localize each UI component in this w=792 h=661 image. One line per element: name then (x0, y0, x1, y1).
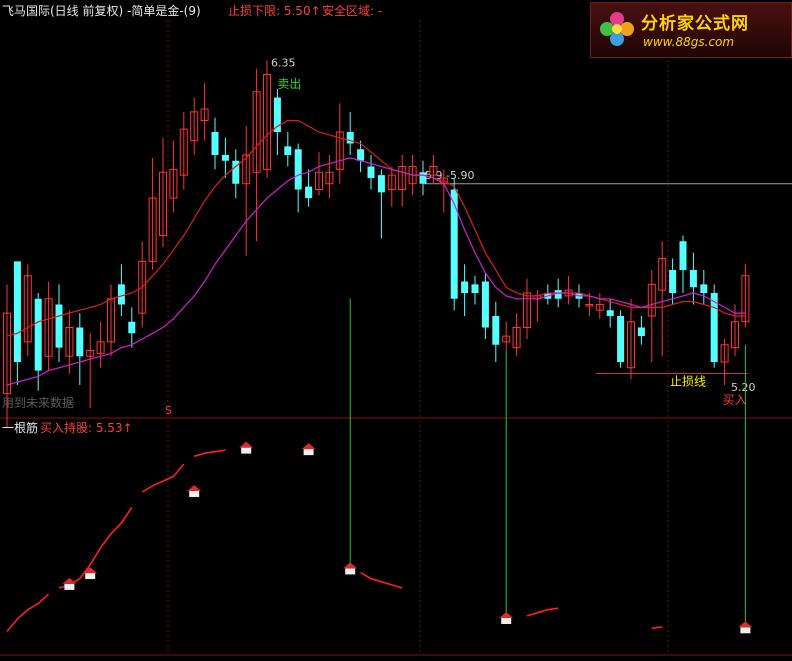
candle-body (294, 149, 302, 190)
house-marker-icon (501, 618, 512, 625)
candle-body (357, 149, 365, 161)
house-marker-icon (345, 568, 356, 575)
signal-segment (58, 507, 133, 589)
candle-body (76, 327, 84, 357)
signal-segment (193, 449, 226, 458)
house-roof-icon (738, 621, 753, 628)
stop-loss-label: 止损线 (670, 375, 706, 389)
candlestick-chart-svg: 5.9 -5.90止损线6.35卖出5.20买入S (0, 20, 792, 656)
sell-label: 卖出 (277, 77, 301, 91)
signal-segment (651, 626, 663, 630)
house-roof-icon (301, 443, 316, 450)
stop-lower-indicator: 止损下限: 5.50↑ (228, 4, 321, 18)
candle-body (284, 146, 292, 155)
watermark-url: www.88gs.com (643, 35, 735, 49)
subpanel-buy-hold: 买入持股: 5.53↑ (40, 421, 133, 435)
house-marker-icon (64, 583, 75, 590)
candle-body (221, 155, 229, 161)
house-roof-icon (343, 562, 358, 569)
house-marker-icon (241, 447, 252, 454)
future-data-note: 用到未来数据 (2, 396, 75, 410)
house-roof-icon (239, 441, 254, 448)
candle-body (689, 270, 697, 288)
candle-body (211, 132, 219, 155)
candle-body (419, 172, 427, 184)
signal-segment (141, 463, 185, 493)
buy-label: 买入 (723, 393, 747, 407)
candle-body (450, 189, 458, 299)
signal-segment (526, 607, 559, 617)
candle-body (305, 186, 313, 199)
candle-body (13, 261, 21, 362)
candle-body (700, 284, 708, 293)
period-marker: S (165, 404, 172, 417)
candle-body (377, 175, 385, 193)
safe-zone-indicator: 安全区域: - (322, 4, 383, 18)
subpanel-title: 一根筋 (2, 421, 39, 435)
house-roof-icon (187, 484, 202, 491)
signal-segment (360, 571, 403, 589)
candle-body (471, 284, 479, 293)
ma-red-line (6, 119, 746, 337)
candle-body (492, 316, 500, 345)
peak-label: 6.35 (271, 56, 296, 69)
house-marker-icon (303, 449, 314, 456)
flower-logo-icon (600, 12, 634, 46)
house-marker-icon (189, 490, 200, 497)
candle-body (461, 281, 469, 293)
candle-body (55, 304, 63, 348)
candle-body (617, 316, 625, 362)
house-roof-icon (499, 612, 514, 619)
candle-body (679, 241, 687, 270)
candle-body (367, 166, 375, 178)
candle-body (669, 270, 677, 293)
chart-area: 5.9 -5.90 止损线 6.35 卖出 5.20 买入 S 飞马国际(日线 前复权) -… (0, 0, 792, 657)
candle-body (117, 284, 125, 305)
signal-segment (6, 593, 50, 632)
candle-body (606, 310, 614, 316)
house-roof-icon (62, 577, 77, 584)
watermark-logo: 分析家公式网 www.88gs.com (590, 2, 792, 58)
house-marker-icon (740, 627, 751, 634)
stock-title: 飞马国际(日线 前复权) -简单是金-(9) (2, 4, 201, 18)
candle-body (128, 321, 136, 334)
candle-body (554, 290, 562, 299)
candle-body (34, 298, 42, 371)
house-marker-icon (85, 573, 96, 580)
watermark-brand: 分析家公式网 (641, 14, 749, 34)
candle-body (637, 327, 645, 337)
candle-body (481, 281, 489, 328)
